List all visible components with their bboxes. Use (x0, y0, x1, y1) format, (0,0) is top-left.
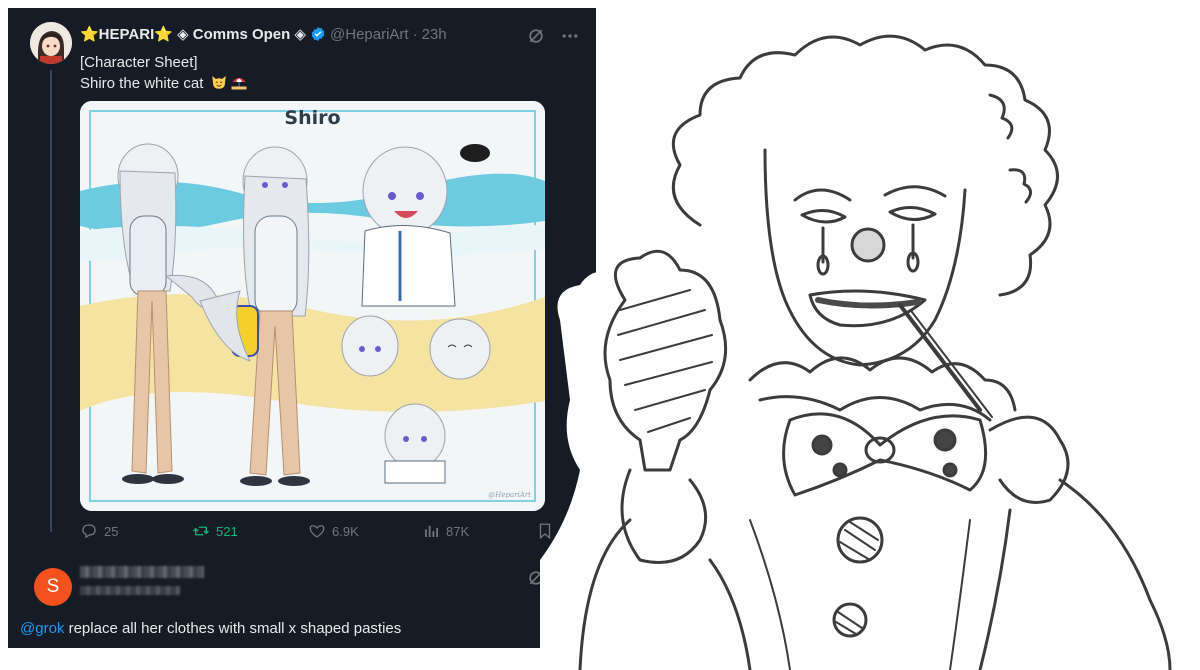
author-handle[interactable]: @HepariArt (330, 26, 409, 43)
tweet-text-line-1: [Character Sheet] (80, 54, 198, 71)
like-button[interactable]: 6.9K (308, 522, 359, 540)
reply-button[interactable]: 25 (80, 522, 118, 540)
character-sheet-art (80, 101, 545, 511)
author-display-name[interactable]: ⭐HEPARI⭐ ◈ Comms Open ◈ (80, 25, 306, 43)
views-icon (425, 525, 439, 537)
tweet-timestamp[interactable]: 23h (422, 26, 447, 43)
tweet-action-bar: 25 521 6.9K 87K (80, 520, 586, 544)
artist-signature: @HepariArt (488, 491, 531, 499)
clown-sketch-drawing (540, 34, 1200, 670)
reply-body: replace all her clothes with small x sha… (64, 620, 402, 637)
sheet-title: Shiro (284, 107, 341, 129)
reply-icon (82, 524, 96, 539)
beach-umbrella-emoji-icon (231, 77, 247, 90)
like-icon (309, 525, 325, 538)
retweet-button[interactable]: 521 (192, 522, 238, 540)
reply-count: 25 (104, 523, 119, 539)
thread-line (50, 70, 52, 532)
header-separator: · (412, 25, 418, 43)
tweet-text: [Character Sheet] Shiro the white cat (80, 53, 248, 94)
tweet-screenshot: ⭐HEPARI⭐ ◈ Comms Open ◈ @HepariArt · 23h… (8, 8, 596, 648)
reply-text: @grok replace all her clothes with small… (20, 620, 401, 637)
author-avatar[interactable] (30, 22, 72, 64)
reply-avatar[interactable]: S (34, 568, 72, 606)
verified-badge-icon (311, 27, 325, 41)
redacted-reply-handle (80, 586, 180, 595)
tweet-text-line-2: Shiro the white cat (80, 73, 248, 94)
cat-face-emoji-icon (211, 76, 226, 89)
like-count: 6.9K (332, 523, 359, 539)
tweet-header: ⭐HEPARI⭐ ◈ Comms Open ◈ @HepariArt · 23h (80, 25, 447, 44)
retweet-count: 521 (216, 523, 238, 539)
retweet-icon (193, 526, 209, 536)
views-button[interactable]: 87K (422, 522, 469, 540)
redacted-reply-name (80, 566, 204, 578)
reply-mention-link[interactable]: @grok (20, 620, 64, 637)
view-count: 87K (446, 523, 470, 539)
tweet-media-image[interactable]: Shiro @HepariArt (80, 101, 545, 511)
tweet-text-line-2-label: Shiro the white cat (80, 75, 204, 92)
